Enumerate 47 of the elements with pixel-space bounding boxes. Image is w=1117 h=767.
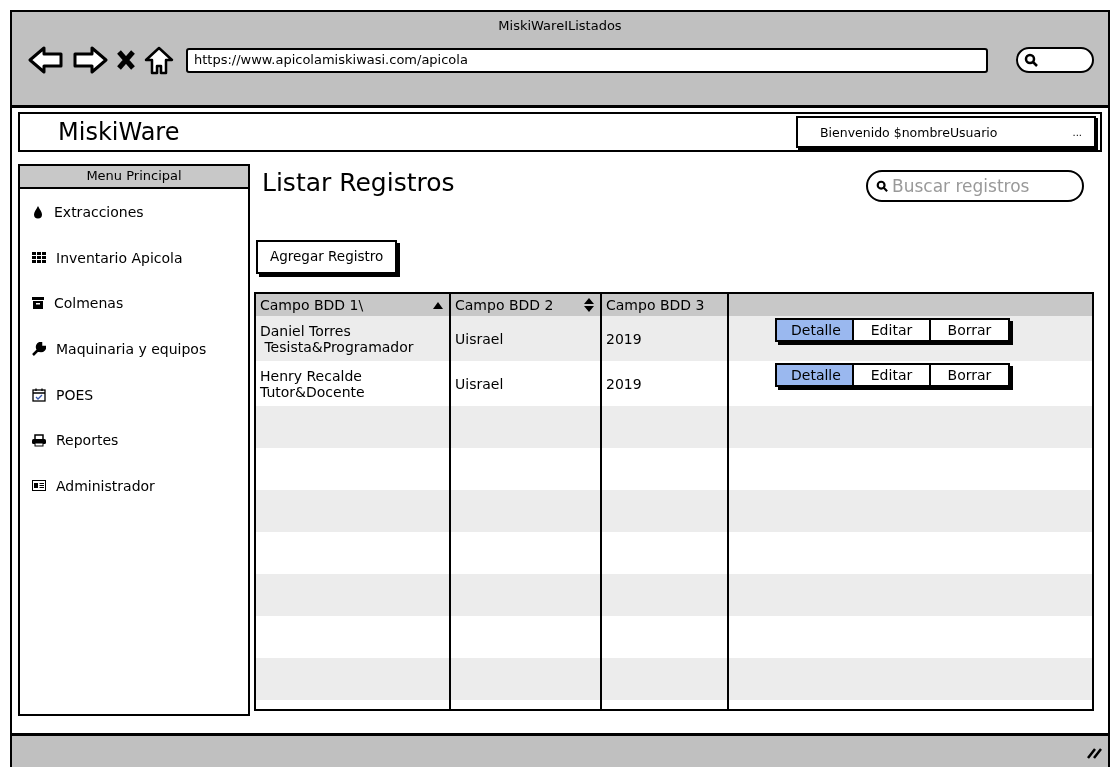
address-field[interactable]: https://www.apicolamiskiwasi.com/apicola <box>186 47 988 73</box>
drop-icon <box>32 204 44 219</box>
window-title: MiskiWareIListados <box>497 18 623 33</box>
sidebar-item[interactable]: POES <box>20 371 248 418</box>
wrench-icon <box>32 341 46 356</box>
sidebar-item[interactable]: Reportes <box>20 417 248 464</box>
item-label: Extracciones <box>54 203 144 220</box>
action-button[interactable]: Detalle <box>777 320 854 340</box>
item-label: POES <box>56 386 94 403</box>
back-icon[interactable] <box>28 45 64 75</box>
sort-icon <box>584 298 594 312</box>
browser-search-field[interactable] <box>1016 47 1094 73</box>
welcome-text: Bienvenido $nombreUsuario <box>820 124 998 140</box>
sidebar-item[interactable]: Maquinaria y equipos <box>20 326 248 372</box>
item-label: Administrador <box>56 477 155 494</box>
sort-up-icon <box>433 301 443 309</box>
item-label: Reportes <box>56 432 119 449</box>
grid-icon <box>32 251 46 264</box>
item-label: Inventario Apicola <box>56 249 183 266</box>
table-cell: Uisrael <box>451 316 602 361</box>
page-title: Listar Registros <box>262 168 455 197</box>
logo: MiskiWare <box>58 118 180 146</box>
search-field[interactable]: Buscar registros <box>866 170 1084 202</box>
forward-icon[interactable] <box>72 45 108 75</box>
close-icon[interactable] <box>116 49 136 71</box>
sidebar-item[interactable]: Extracciones <box>20 189 248 235</box>
search-icon <box>876 180 888 192</box>
sidebar-title: Menu Principal <box>20 166 248 189</box>
action-button[interactable]: Detalle <box>777 365 854 385</box>
user-menu[interactable]: Bienvenido $nombreUsuario ... <box>796 116 1096 148</box>
id-card-icon <box>32 480 46 492</box>
sidebar-item[interactable]: Administrador <box>20 463 248 509</box>
table-cell: Daniel Torres Tesista&Programador <box>256 316 451 361</box>
sidebar-item[interactable]: Colmenas <box>20 280 248 327</box>
home-icon[interactable] <box>144 45 174 75</box>
sidebar-item[interactable]: Inventario Apicola <box>20 234 248 281</box>
table-cell: 2019 <box>602 316 729 361</box>
more-text: ... <box>1072 126 1082 138</box>
archive-box-icon <box>32 297 44 310</box>
action-button[interactable]: Editar <box>854 320 931 340</box>
search-icon <box>1024 53 1038 67</box>
item-label: Maquinaria y equipos <box>56 340 207 357</box>
printer-icon <box>32 433 46 447</box>
calendar-icon <box>32 387 46 402</box>
action-button[interactable]: Borrar <box>931 320 1008 340</box>
item-label: Colmenas <box>54 295 124 312</box>
add-record-button[interactable]: Agregar Registro <box>256 240 398 274</box>
